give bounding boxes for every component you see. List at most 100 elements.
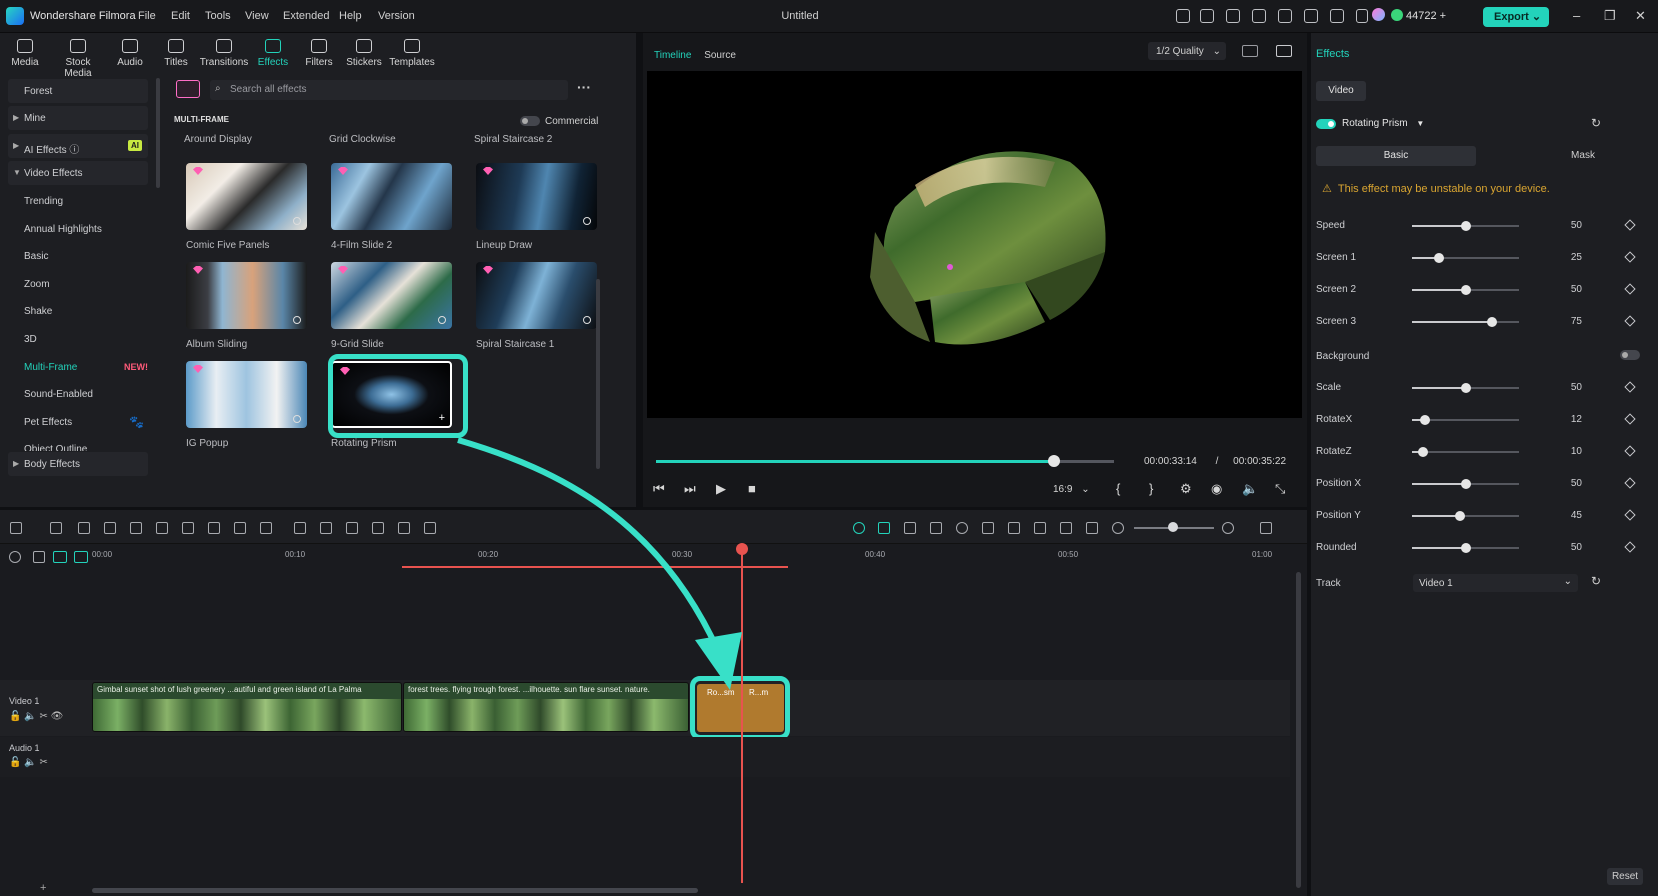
export-button[interactable]: Export ⌄ (1483, 7, 1549, 27)
tab-templates[interactable]: Templates (385, 37, 439, 68)
select-tool-icon[interactable] (50, 522, 62, 534)
mask-tool-icon[interactable] (346, 522, 358, 534)
effect-tile-album-sliding[interactable] (186, 262, 307, 329)
param-value[interactable]: 50 (1562, 382, 1582, 393)
tab-mask[interactable]: Mask (1516, 146, 1650, 166)
slider-knob[interactable] (1460, 221, 1471, 231)
tab-source[interactable]: Source (704, 50, 736, 61)
keyframe-diamond-icon[interactable] (1624, 445, 1636, 457)
support-icon[interactable] (1330, 9, 1344, 23)
play-icon[interactable]: ▶ (716, 481, 726, 497)
avatar[interactable] (1372, 8, 1385, 21)
mark-in-icon[interactable]: { (1116, 481, 1120, 496)
add-track-plus-icon[interactable]: + (40, 882, 46, 894)
quality-select[interactable]: 1/2 Quality ⌄ (1148, 42, 1226, 60)
param-slider[interactable] (1412, 285, 1519, 295)
keyframe-diamond-icon[interactable] (1624, 381, 1636, 393)
download-icon[interactable] (583, 217, 591, 225)
motion-track-icon[interactable] (956, 522, 968, 534)
gift-icon[interactable] (1176, 9, 1190, 23)
param-slider[interactable] (1412, 221, 1519, 231)
tab-stickers[interactable]: Stickers (337, 37, 391, 68)
category-zoom[interactable]: Zoom (8, 272, 148, 296)
playhead[interactable] (741, 548, 743, 883)
search-input[interactable]: ⌕ Search all effects (210, 80, 568, 100)
commercial-toggle[interactable] (520, 116, 540, 126)
mute-icon[interactable]: 🔈 (24, 757, 36, 768)
category-basic[interactable]: Basic (8, 244, 148, 268)
category-mine[interactable]: ▶ Mine (8, 106, 148, 130)
category-body-effects[interactable]: ▶ Body Effects (8, 452, 148, 476)
lock-icon[interactable]: 🔓 (9, 757, 21, 768)
zoom-knob[interactable] (1168, 522, 1178, 532)
image-icon[interactable] (1276, 45, 1292, 57)
audio-mixer-icon[interactable] (1034, 522, 1046, 534)
category-object-outline[interactable]: Object Outline (8, 437, 148, 451)
next-frame-icon[interactable]: ⏭ (684, 481, 696, 497)
tab-stock-media[interactable]: Stock Media (51, 37, 105, 79)
background-toggle[interactable] (1620, 350, 1640, 360)
layout-icon[interactable] (1252, 9, 1266, 23)
param-slider[interactable] (1412, 479, 1519, 489)
text-icon[interactable] (182, 522, 194, 534)
crop-icon[interactable] (208, 522, 220, 534)
timeline-vertical-scrollbar[interactable] (1296, 572, 1301, 888)
tab-titles[interactable]: Titles (149, 37, 203, 68)
ai-copilot-icon[interactable] (853, 522, 865, 534)
cloud-icon[interactable] (1304, 9, 1318, 23)
slider-knob[interactable] (1419, 415, 1430, 425)
keyframe-diamond-icon[interactable] (1624, 413, 1636, 425)
param-value[interactable]: 50 (1562, 542, 1582, 553)
download-icon[interactable] (293, 415, 301, 423)
param-value[interactable]: 75 (1562, 316, 1582, 327)
effect-tile-9-grid-slide[interactable] (331, 262, 452, 329)
tab-timeline[interactable]: Timeline (654, 50, 691, 61)
download-icon[interactable] (293, 316, 301, 324)
fit-icon[interactable] (1086, 522, 1098, 534)
layout-icon[interactable] (10, 522, 22, 534)
transform-icon[interactable] (398, 522, 410, 534)
lock-icon[interactable]: 🔓 (9, 711, 21, 722)
credits-display[interactable]: 44722 + (1372, 8, 1462, 25)
slider-knob[interactable] (1455, 511, 1466, 521)
category-3d[interactable]: 3D (8, 327, 148, 351)
effect-name[interactable]: Rotating Prism ▼ (1342, 118, 1424, 129)
keyframe-diamond-icon[interactable] (1624, 509, 1636, 521)
keyframe-diamond-icon[interactable] (1624, 283, 1636, 295)
redo-icon[interactable] (104, 522, 116, 534)
category-scrollbar[interactable] (156, 78, 160, 188)
close-icon[interactable]: ✕ (1635, 8, 1646, 24)
plus-icon[interactable]: + (1440, 10, 1446, 22)
tab-transitions[interactable]: Transitions (197, 37, 251, 68)
speed-icon[interactable] (260, 522, 272, 534)
param-value[interactable]: 12 (1562, 414, 1582, 425)
param-slider[interactable] (1412, 447, 1519, 457)
mark-out-icon[interactable]: } (1149, 481, 1153, 496)
slider-knob[interactable] (1460, 383, 1471, 393)
snapshot-icon[interactable]: ◉ (1211, 481, 1222, 497)
detach-icon[interactable] (372, 522, 384, 534)
slider-knob[interactable] (1417, 447, 1428, 457)
apps-grid-icon[interactable] (1356, 9, 1368, 23)
param-slider[interactable] (1412, 415, 1519, 425)
slider-knob[interactable] (1487, 317, 1498, 327)
render-icon[interactable]: ⚙ (1180, 481, 1192, 497)
shield-icon[interactable] (982, 522, 994, 534)
zoom-slider[interactable] (1134, 522, 1214, 532)
media-replace-icon[interactable] (930, 522, 942, 534)
tab-video[interactable]: Video (1316, 81, 1366, 101)
aspect-ratio-select[interactable]: 16:9 ⌄ (1053, 484, 1090, 495)
eye-icon[interactable]: 👁 (51, 711, 64, 722)
category-trending[interactable]: Trending (8, 189, 148, 213)
download-icon[interactable] (293, 217, 301, 225)
reset-button[interactable]: Reset (1607, 868, 1643, 885)
delete-icon[interactable] (130, 522, 142, 534)
reset-effect-icon[interactable]: ↻ (1591, 116, 1601, 130)
keyframe-diamond-icon[interactable] (1624, 251, 1636, 263)
fullscreen-icon[interactable]: ⤡ (1275, 481, 1285, 497)
zoom-out-icon[interactable] (1112, 522, 1124, 534)
pen-icon[interactable] (234, 522, 246, 534)
param-value[interactable]: 10 (1562, 446, 1582, 457)
param-slider[interactable] (1412, 383, 1519, 393)
minimize-icon[interactable]: – (1573, 8, 1580, 23)
